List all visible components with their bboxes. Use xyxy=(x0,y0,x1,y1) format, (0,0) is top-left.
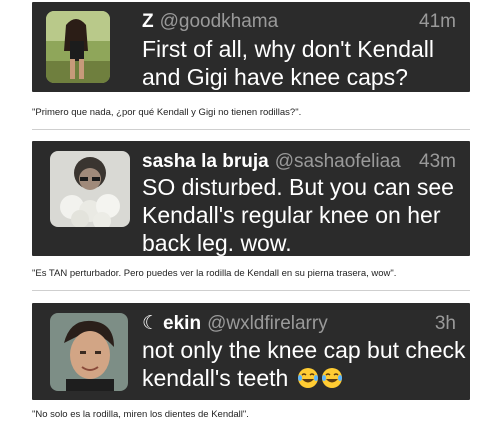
crescent-moon-icon: ☾ xyxy=(142,313,160,334)
tweet-header: ☾ ekin @wxldfirelarry xyxy=(142,313,328,335)
avatar-photo-icon xyxy=(46,11,110,83)
tweet-card-wxldfirelarry[interactable]: ☾ ekin @wxldfirelarry 3h not only the kne… xyxy=(32,303,470,400)
avatar-goodkhama[interactable] xyxy=(46,11,110,83)
tweet-timestamp[interactable]: 43m xyxy=(419,151,456,173)
tweet-timestamp[interactable]: 41m xyxy=(419,11,456,33)
tweet-text-line-with-emoji: kendall's teeth xyxy=(142,364,466,395)
divider xyxy=(32,290,470,291)
tweet-card-goodkhama[interactable]: Z @goodkhama 41m First of all, why don't… xyxy=(32,2,470,92)
tweet-text-line: kendall's teeth xyxy=(142,365,289,391)
avatar-sashaofeliaa[interactable] xyxy=(50,151,130,227)
display-name[interactable]: Z xyxy=(142,11,154,33)
tweet-text-line: Kendall's regular knee on her xyxy=(142,202,441,228)
user-handle[interactable]: @goodkhama xyxy=(160,11,279,33)
face-with-tears-of-joy-icon xyxy=(297,367,319,395)
tweet-text: First of all, why don't Kendall and Gigi… xyxy=(142,35,434,91)
display-name[interactable]: ☾ ekin xyxy=(142,313,201,335)
tweet-text-line: not only the knee cap but check xyxy=(142,337,466,363)
tweet-header: sasha la bruja @sashaofeliaa xyxy=(142,151,401,173)
display-name-text: ekin xyxy=(163,313,202,334)
translation-caption: "Primero que nada, ¿por qué Kendall y Gi… xyxy=(32,107,302,118)
tweet-text: SO disturbed. But you can see Kendall's … xyxy=(142,173,454,257)
divider xyxy=(32,129,470,130)
user-handle[interactable]: @wxldfirelarry xyxy=(207,313,328,335)
tweet-text-line: and Gigi have knee caps? xyxy=(142,64,408,90)
tweet-timestamp[interactable]: 3h xyxy=(435,313,456,335)
tweet-header: Z @goodkhama xyxy=(142,11,278,33)
tweet-text-line: First of all, why don't Kendall xyxy=(142,36,435,62)
avatar-photo-icon xyxy=(50,151,130,227)
tweet-text: not only the knee cap but check kendall'… xyxy=(142,336,466,395)
translation-caption: "Es TAN perturbador. Pero puedes ver la … xyxy=(32,268,397,279)
translation-caption: "No solo es la rodilla, miren los diente… xyxy=(32,409,249,420)
avatar-wxldfirelarry[interactable] xyxy=(50,313,128,391)
face-with-tears-of-joy-icon xyxy=(321,367,343,395)
tweet-text-line: back leg. wow. xyxy=(142,230,292,256)
display-name[interactable]: sasha la bruja xyxy=(142,151,269,173)
avatar-photo-icon xyxy=(50,313,128,391)
user-handle[interactable]: @sashaofeliaa xyxy=(275,151,401,173)
tweet-text-line: SO disturbed. But you can see xyxy=(142,174,454,200)
tweet-card-sashaofeliaa[interactable]: sasha la bruja @sashaofeliaa 43m SO dist… xyxy=(32,141,470,256)
